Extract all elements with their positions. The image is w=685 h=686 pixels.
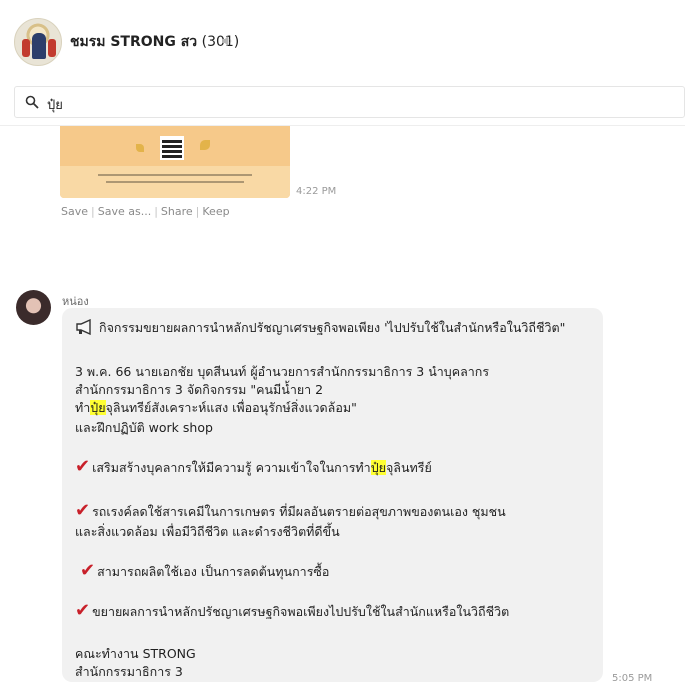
checkmark-icon: ✔	[75, 456, 91, 477]
group-title[interactable]: ชมรม STRONG สว (301)	[70, 31, 239, 53]
paragraph-line: 3 พ.ค. 66 นายเอกชัย บุดสีนนท์ ผู้อำนวยกา…	[75, 364, 490, 379]
bullet-item: ✔ ขยายผลการนำหลักปรัชญาเศรษฐกิจพอเพียงไปป…	[75, 600, 510, 621]
signature-line: คณะทำงาน STRONG	[75, 646, 196, 661]
bullet-item-continued: และสิ่งแวดล้อม เพื่อมีวิถีชีวิต และดำรงช…	[75, 524, 340, 539]
search-icon	[25, 95, 39, 109]
sender-avatar[interactable]	[16, 290, 51, 325]
paragraph-line: และฝึกปฏิบัติ work shop	[75, 420, 213, 435]
checkmark-icon: ✔	[75, 600, 91, 621]
chat-header: ชมรม STRONG สว (301)	[0, 0, 685, 82]
search-highlight: ปุ๋ย	[90, 400, 106, 415]
save-link[interactable]: Save	[61, 205, 88, 218]
save-as-link[interactable]: Save as...	[98, 205, 151, 218]
group-name: ชมรม STRONG สว	[70, 34, 198, 50]
qr-code-icon	[160, 136, 184, 160]
share-link[interactable]: Share	[161, 205, 193, 218]
signature-line: สำนักกรรมาธิการ 3	[75, 664, 183, 679]
bullet-item: ✔ รถเรงค์ลดใช้สารเคมีในการเกษตร ที่มีผลอั…	[75, 500, 506, 521]
search-bar[interactable]: ปุ๋ย	[14, 86, 685, 118]
paragraph-line: ทำปุ๋ยจุลินทรีย์สังเคราะห์แสง เพื่ออนุรั…	[75, 400, 357, 415]
bullet-item: ✔ สามารถผลิตใช้เอง เป็นการลดต้นทุนการซื้อ	[80, 560, 330, 581]
megaphone-icon	[76, 319, 91, 335]
shared-image[interactable]	[60, 126, 290, 198]
image-actions: Save | Save as... | Share | Keep	[61, 205, 230, 218]
image-timestamp: 4:22 PM	[296, 186, 337, 197]
mute-speaker-icon[interactable]	[221, 35, 233, 47]
message-timestamp: 5:05 PM	[612, 673, 653, 684]
checkmark-icon: ✔	[80, 560, 96, 581]
checkmark-icon: ✔	[75, 500, 91, 521]
bullet-item: ✔ เสริมสร้างบุคลากรให้มีความรู้ ความเข้าใ…	[75, 456, 432, 477]
group-avatar[interactable]	[14, 18, 62, 66]
paragraph-line: สำนักกรรมาธิการ 3 จัดกิจกรรม "คนมีน้ำยา …	[75, 382, 324, 397]
keep-link[interactable]: Keep	[202, 205, 229, 218]
search-input[interactable]: ปุ๋ย	[47, 94, 63, 115]
message-title: กิจกรรมขยายผลการนำหลักปรัชญาเศรษฐกิจพอเพ…	[75, 318, 565, 338]
search-highlight: ปุ๋ย	[370, 460, 386, 475]
